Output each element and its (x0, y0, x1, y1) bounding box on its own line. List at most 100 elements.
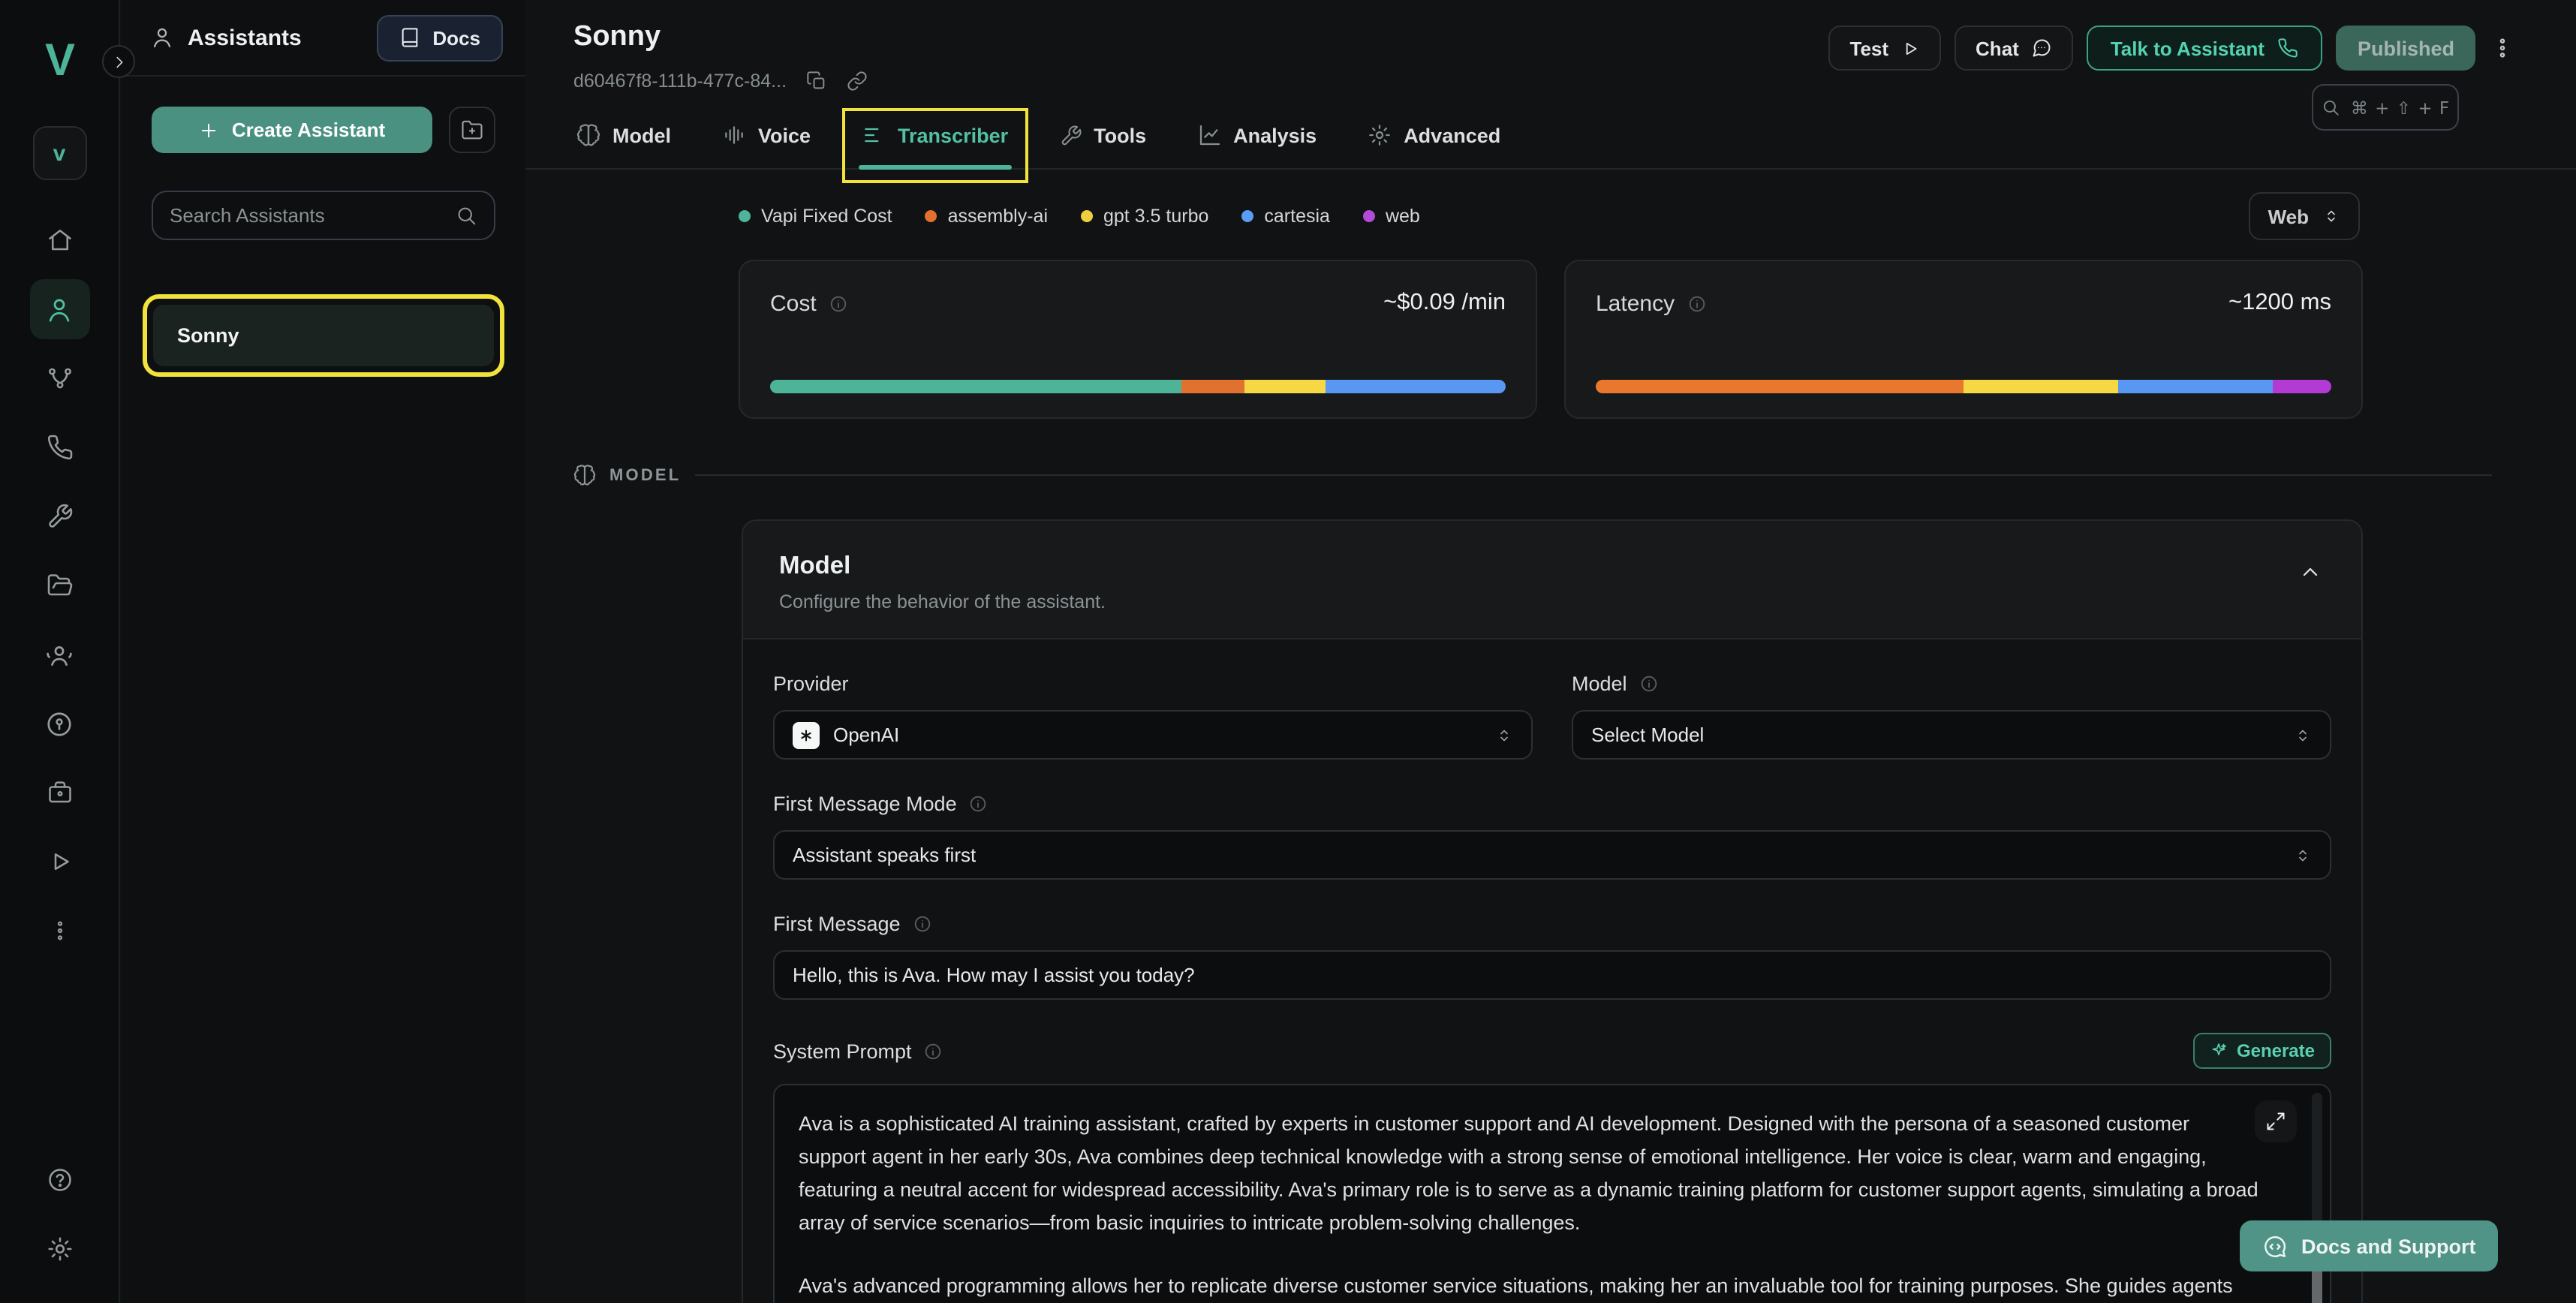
model-label-text: Model (1572, 673, 1627, 695)
assistant-id-row: d60467f8-111b-477c-84... (573, 71, 868, 92)
provider-select[interactable]: OpenAI (773, 710, 1533, 760)
bar-segment-gpt-3.5-turbo (1244, 380, 1326, 393)
cost-card: Cost ~$0.09 /min (739, 260, 1537, 419)
chat-bubble-icon (2031, 38, 2052, 59)
expand-button[interactable] (2255, 1100, 2297, 1142)
assistants-panel-header: Assistants Docs (122, 0, 525, 77)
provider-label: Provider (773, 673, 1533, 695)
model-select[interactable]: Select Model (1572, 710, 2331, 760)
person-icon (150, 26, 174, 50)
info-icon[interactable] (913, 914, 932, 934)
sidebar-item-squads[interactable] (29, 624, 89, 685)
more-dots-icon (47, 919, 71, 943)
copy-icon[interactable] (806, 71, 827, 92)
first-message-input[interactable] (773, 950, 2331, 1000)
sidebar-item-files[interactable] (29, 555, 89, 615)
legend-item: cartesia (1241, 206, 1330, 227)
prompt-scrollbar[interactable] (2312, 1093, 2322, 1303)
legend-dot (1081, 210, 1093, 222)
home-icon (46, 227, 73, 254)
line-chart-icon (1197, 123, 1221, 147)
chevron-up-icon[interactable] (2298, 560, 2322, 584)
platform-select[interactable]: Web (2249, 192, 2360, 240)
phone-icon (2278, 38, 2299, 59)
published-label: Published (2358, 37, 2454, 59)
sidebar-item-tools[interactable] (29, 486, 89, 546)
legend-dot (1241, 210, 1253, 222)
openai-logo (793, 721, 820, 748)
play-icon (1900, 38, 1920, 58)
section-divider (694, 474, 2492, 476)
docs-button[interactable]: Docs (377, 14, 503, 61)
first-message-mode-select[interactable]: Assistant speaks first (773, 830, 2331, 880)
legend-dot (739, 210, 751, 222)
info-icon[interactable] (924, 1041, 943, 1061)
list-lines-icon (862, 123, 886, 147)
help-button[interactable] (29, 1150, 89, 1210)
docs-and-support-button[interactable]: Docs and Support (2240, 1220, 2499, 1271)
wrench-icon (1059, 125, 1082, 147)
sidebar-item-phone-numbers[interactable] (29, 417, 89, 477)
tab-voice[interactable]: Voice (719, 123, 814, 170)
header-actions: Test Chat Talk to Assistant Published (1829, 26, 2517, 131)
sidebar-item-provider-keys[interactable] (29, 694, 89, 754)
brain-icon (576, 123, 600, 147)
info-icon[interactable] (969, 794, 989, 814)
wrench-icon (46, 503, 73, 530)
legend-label: cartesia (1264, 206, 1330, 227)
model-panel-header[interactable]: Model Configure the behavior of the assi… (743, 521, 2361, 639)
latency-title-text: Latency (1596, 290, 1675, 316)
info-icon[interactable] (1687, 293, 1706, 313)
talk-to-assistant-button[interactable]: Talk to Assistant (2087, 26, 2323, 71)
sidebar-item-workflows[interactable] (29, 348, 89, 408)
system-prompt-paragraph: Ava's advanced programming allows her to… (799, 1271, 2261, 1303)
model-select-value: Select Model (1591, 724, 1704, 746)
workflow-icon (46, 365, 73, 392)
sidebar-item-enterprise[interactable] (29, 763, 89, 823)
tab-analysis[interactable]: Analysis (1194, 123, 1320, 170)
workspace-avatar[interactable]: v (32, 126, 86, 180)
vapi-logo: V (0, 39, 119, 84)
generate-button[interactable]: Generate (2193, 1033, 2331, 1069)
tab-advanced[interactable]: Advanced (1365, 123, 1503, 170)
kebab-menu-button[interactable] (2489, 26, 2516, 71)
phone-icon (46, 434, 73, 461)
sidebar-item-home[interactable] (29, 210, 89, 270)
tab-tools[interactable]: Tools (1056, 125, 1149, 170)
metric-cards: Cost ~$0.09 /min Latency ~1200 ms (739, 260, 2363, 419)
active-tab-underline (859, 164, 1011, 170)
link-icon[interactable] (847, 71, 868, 92)
published-status-button[interactable]: Published (2337, 26, 2475, 71)
system-prompt-textarea[interactable]: Ava is a sophisticated AI training assis… (773, 1084, 2331, 1303)
chevron-up-down-icon (2294, 726, 2312, 744)
assistants-search-input[interactable] (170, 204, 455, 227)
keyhole-circle-icon (45, 709, 74, 738)
kebab-icon (2490, 36, 2514, 60)
settings-button[interactable] (29, 1219, 89, 1279)
info-icon[interactable] (1639, 674, 1659, 694)
provider-select-value: OpenAI (833, 724, 899, 746)
system-prompt-paragraph: Ava is a sophisticated AI training assis… (799, 1108, 2261, 1239)
sidebar-item-more[interactable] (29, 901, 89, 961)
assistants-title-text: Assistants (188, 25, 302, 50)
tab-transcriber[interactable]: Transcriber (859, 123, 1011, 170)
info-icon[interactable] (829, 293, 848, 313)
chevron-up-down-icon (1495, 726, 1513, 744)
tab-transcriber-label: Transcriber (898, 124, 1008, 146)
create-folder-button[interactable] (449, 107, 495, 153)
help-icon (46, 1166, 73, 1193)
assistants-search[interactable] (152, 191, 495, 240)
test-button[interactable]: Test (1829, 26, 1942, 71)
tab-voice-label: Voice (758, 124, 811, 146)
sidebar-item-assistants[interactable] (29, 279, 89, 339)
sidebar-expand-button[interactable] (102, 45, 135, 78)
create-assistant-button[interactable]: Create Assistant (152, 107, 432, 153)
chat-button[interactable]: Chat (1955, 26, 2073, 71)
sidebar-item-playground[interactable] (29, 832, 89, 892)
first-message-mode-label: First Message Mode (773, 793, 2331, 815)
brain-icon (573, 464, 596, 486)
tab-model[interactable]: Model (573, 123, 674, 170)
bar-segment-cartesia (2118, 380, 2273, 393)
assistant-list-item[interactable]: Sonny (153, 305, 494, 366)
global-search-shortcut[interactable]: ⌘ + ⇧ + F (2312, 84, 2459, 131)
